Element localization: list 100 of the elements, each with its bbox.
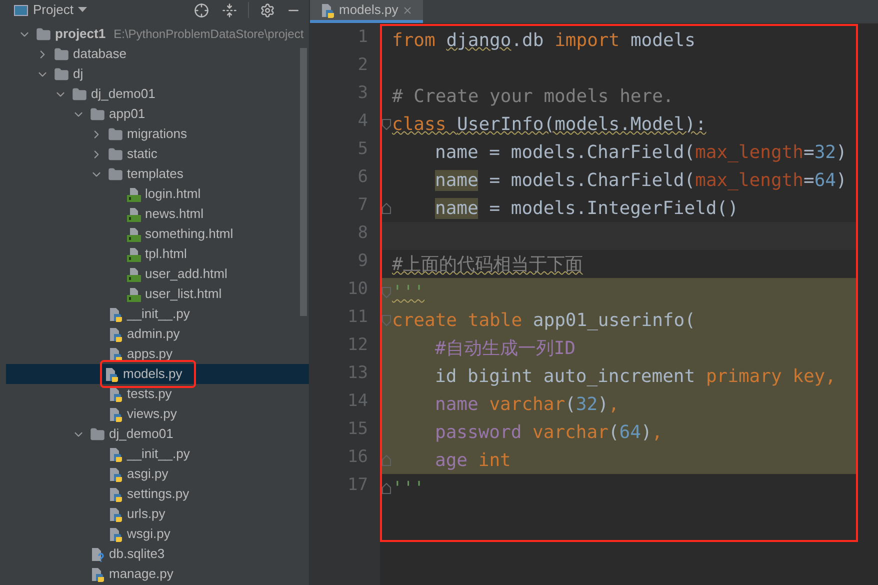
code-line: from django.db import models xyxy=(392,28,696,52)
python-file-icon xyxy=(108,326,123,342)
tree-item-label: templates xyxy=(127,165,184,184)
tree-item[interactable]: urls.py xyxy=(6,504,309,524)
tree-item[interactable]: __init__.py xyxy=(6,444,309,464)
code-line: name = models.CharField(max_length=32) xyxy=(435,140,847,164)
tree-item[interactable]: dj_demo01 xyxy=(6,84,309,104)
folder-icon xyxy=(36,26,51,42)
tree-item[interactable]: user_add.html xyxy=(6,264,309,284)
html-file-icon xyxy=(126,226,141,242)
tree-item-label: migrations xyxy=(127,125,187,144)
tree-item[interactable]: dj_demo01 xyxy=(6,424,309,444)
fold-marker-icon[interactable] xyxy=(382,482,391,494)
tree-item-label: __init__.py xyxy=(127,305,190,324)
tree-item-label: user_add.html xyxy=(145,265,228,284)
python-file-icon xyxy=(104,366,119,382)
tree-item[interactable]: migrations xyxy=(6,124,309,144)
tree-item[interactable]: news.html xyxy=(6,204,309,224)
tree-item[interactable]: project1 E:\PythonProblemDataStore\project xyxy=(6,24,309,44)
tree-item[interactable]: login.html xyxy=(6,184,309,204)
tree-item[interactable]: settings.py xyxy=(6,484,309,504)
tree-item[interactable]: wsgi.py xyxy=(6,524,309,544)
html-file-icon xyxy=(126,186,141,202)
fold-marker-icon[interactable] xyxy=(382,314,391,326)
tree-item-label: manage.py xyxy=(109,565,174,584)
html-file-icon xyxy=(126,266,141,282)
code-line: create table app01_userinfo( xyxy=(392,308,696,332)
fold-marker-icon[interactable] xyxy=(382,202,391,214)
folder-icon xyxy=(54,46,69,62)
code-line: class UserInfo(models.Model): xyxy=(392,112,706,136)
tree-item-label: models.py xyxy=(123,365,182,384)
tree-item[interactable]: app01 xyxy=(6,104,309,124)
code-line: ''' xyxy=(392,476,425,500)
tree-item-label: dj_demo01 xyxy=(91,85,156,104)
python-file-icon xyxy=(108,306,123,322)
code-line: ''' xyxy=(392,280,425,304)
tree-item-label: asgi.py xyxy=(127,465,168,484)
tree-item[interactable]: user_list.html xyxy=(6,284,309,304)
tree-item-label: tests.py xyxy=(127,385,172,404)
code-line: #上面的代码相当于下面 xyxy=(392,252,583,276)
panel-title[interactable]: Project xyxy=(33,0,74,20)
python-file-icon xyxy=(90,566,105,582)
tree-item-label: news.html xyxy=(145,205,204,224)
tree-item[interactable]: database xyxy=(6,44,309,64)
project-path: E:\PythonProblemDataStore\project xyxy=(114,26,304,43)
python-file-icon xyxy=(108,446,123,462)
tree-item-label: wsgi.py xyxy=(127,525,170,544)
python-file-icon xyxy=(108,506,123,522)
tree-item[interactable]: apps.py xyxy=(6,344,309,364)
code-line: # Create your models here. xyxy=(392,84,674,108)
tree-item-label: database xyxy=(73,45,126,64)
fold-marker-icon[interactable] xyxy=(382,118,391,130)
tree-item-label: db.sqlite3 xyxy=(109,545,165,564)
python-file-icon xyxy=(108,406,123,422)
editor-tab[interactable]: models.py xyxy=(310,0,424,23)
folder-icon xyxy=(90,426,105,442)
tree-item[interactable]: manage.py xyxy=(6,564,309,584)
tree-item-label: urls.py xyxy=(127,505,166,524)
locate-icon[interactable] xyxy=(194,2,209,18)
python-file-icon xyxy=(108,466,123,482)
code-line: name = models.CharField(max_length=64) xyxy=(435,168,847,192)
caret-icon[interactable] xyxy=(78,7,88,13)
tree-item[interactable]: views.py xyxy=(6,404,309,424)
close-icon[interactable] xyxy=(402,4,414,16)
tree-item-label: dj xyxy=(73,65,84,84)
html-file-icon xyxy=(126,286,141,302)
tree-item[interactable]: __init__.py xyxy=(6,304,309,324)
tree-item[interactable]: tpl.html xyxy=(6,244,309,264)
unknown-file-icon xyxy=(90,546,105,562)
folder-icon xyxy=(108,126,123,142)
code-line: name varchar(32), xyxy=(435,392,620,416)
tree-item-label: login.html xyxy=(145,185,201,204)
tree-item-label: settings.py xyxy=(127,485,190,504)
tree-item-label: views.py xyxy=(127,405,177,424)
tree-item[interactable]: db.sqlite3 xyxy=(6,544,309,564)
tree-item[interactable]: tests.py xyxy=(6,384,309,404)
tree-item[interactable]: something.html xyxy=(6,224,309,244)
tree-item[interactable]: asgi.py xyxy=(6,464,309,484)
settings-icon[interactable] xyxy=(260,2,275,18)
python-file-icon xyxy=(108,526,123,542)
folder-icon xyxy=(108,146,123,162)
tree-item-label: apps.py xyxy=(127,345,173,364)
tree-item-label: __init__.py xyxy=(127,445,190,464)
tree-item-label: user_list.html xyxy=(145,285,222,304)
panel-icon xyxy=(14,4,28,16)
code-line: id bigint auto_increment primary key, xyxy=(435,364,836,388)
tree-item[interactable]: templates xyxy=(6,164,309,184)
fold-marker-icon[interactable] xyxy=(382,454,391,466)
tree-item-label: dj_demo01 xyxy=(109,425,174,444)
folder-icon xyxy=(54,66,69,82)
tree-item-label: project1 xyxy=(55,25,106,44)
fold-marker-icon[interactable] xyxy=(382,286,391,298)
folder-icon xyxy=(108,166,123,182)
tree-item[interactable]: static xyxy=(6,144,309,164)
tree-item-label: app01 xyxy=(109,105,146,124)
scrollbar[interactable] xyxy=(300,48,307,316)
collapse-icon[interactable] xyxy=(222,2,237,18)
tree-item[interactable]: admin.py xyxy=(6,324,309,344)
tree-item-label: something.html xyxy=(145,225,234,244)
tree-item[interactable]: dj xyxy=(6,64,309,84)
